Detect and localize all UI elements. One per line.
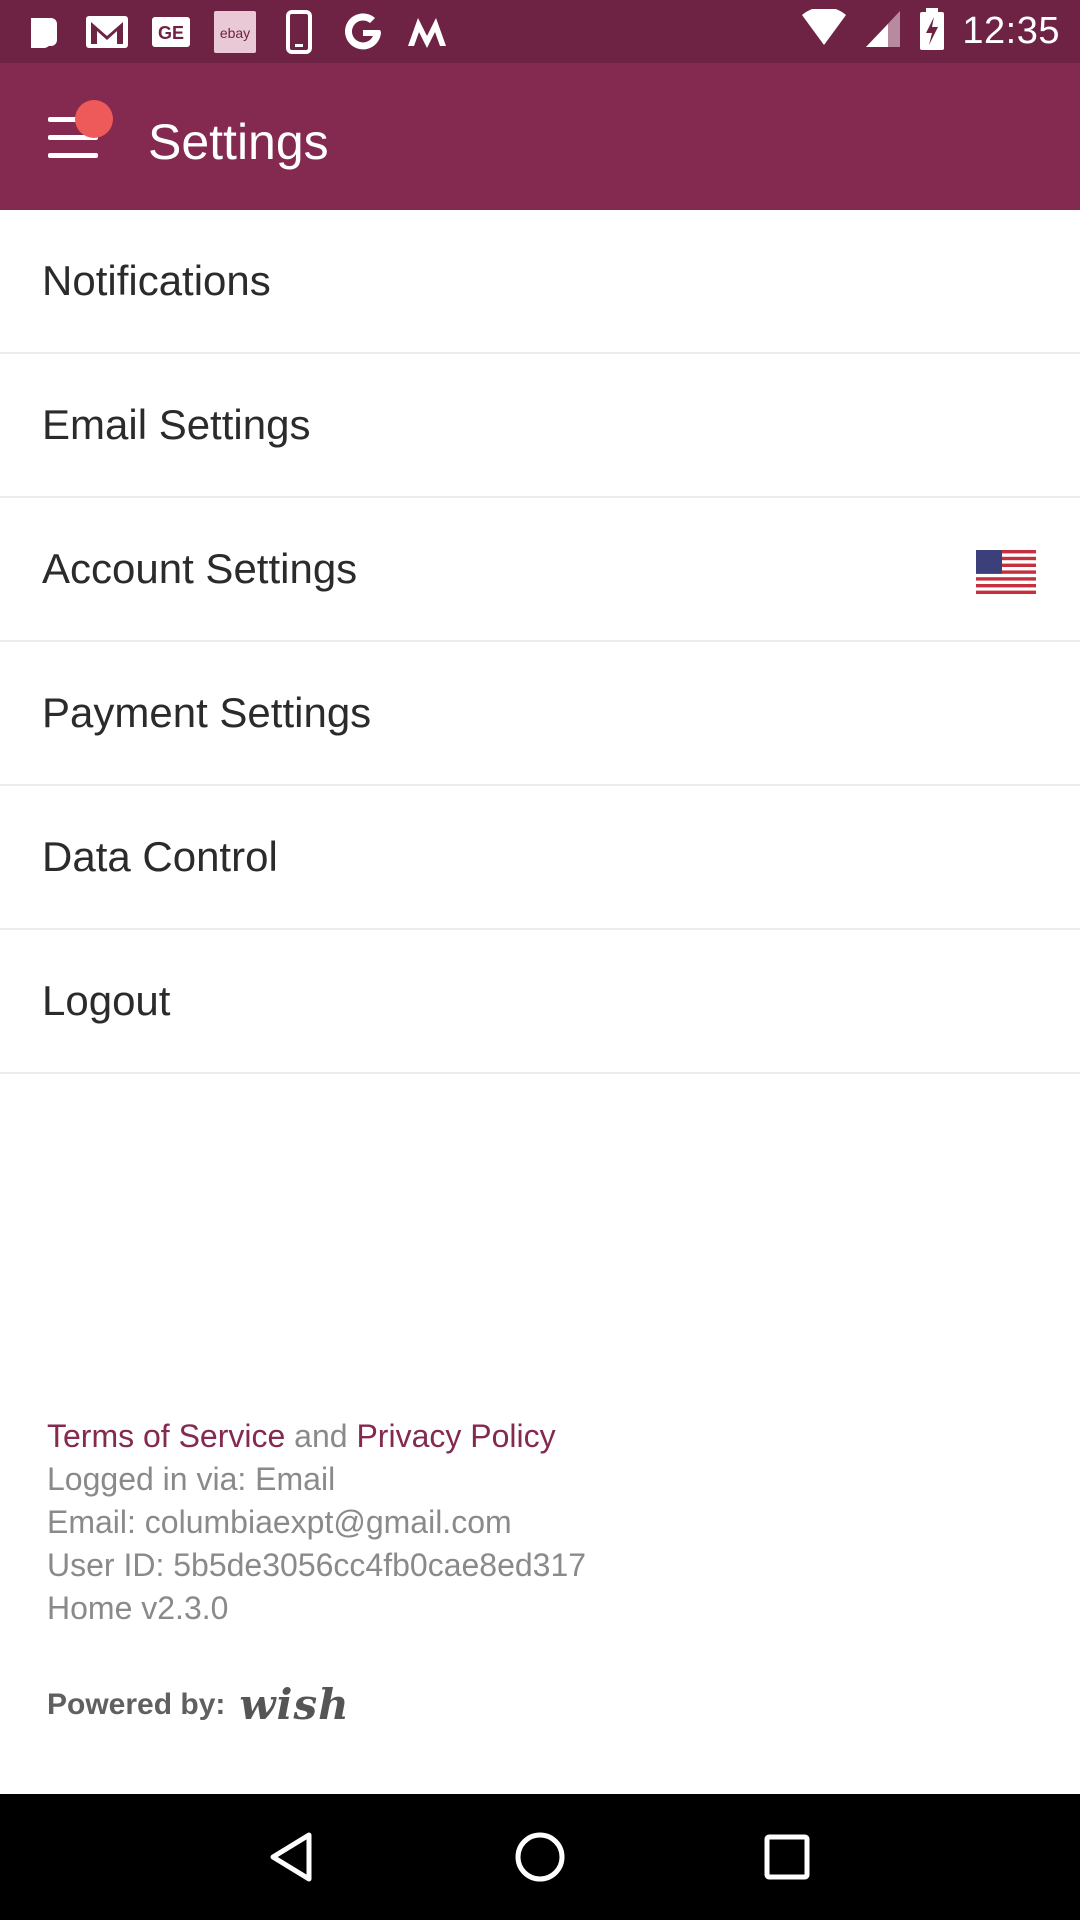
settings-item-label: Logout	[42, 977, 171, 1024]
status-bar: GE ebay 12:35	[0, 0, 1080, 63]
page-title: Settings	[148, 114, 329, 170]
phone-icon	[276, 9, 322, 55]
settings-item-payment-settings[interactable]: Payment Settings	[0, 642, 1080, 786]
settings-item-data-control[interactable]: Data Control	[0, 786, 1080, 930]
app-version: Home v2.3.0	[47, 1590, 229, 1626]
home-icon	[515, 1832, 565, 1882]
home-button[interactable]	[500, 1817, 580, 1897]
notification-icons: GE ebay	[20, 9, 450, 55]
ebay-text: ebay	[220, 25, 250, 41]
system-status: 12:35	[800, 6, 1060, 56]
ebay-icon: ebay	[212, 9, 258, 55]
and-text: and	[294, 1418, 348, 1454]
app-bar: Settings	[0, 63, 1080, 210]
privacy-policy-link[interactable]: Privacy Policy	[356, 1418, 555, 1454]
settings-item-label: Data Control	[42, 833, 278, 880]
terms-of-service-link[interactable]: Terms of Service	[47, 1418, 285, 1454]
signal-icon	[864, 9, 902, 54]
settings-item-logout[interactable]: Logout	[0, 930, 1080, 1074]
recents-button[interactable]	[747, 1817, 827, 1897]
google-icon	[340, 9, 386, 55]
back-button[interactable]	[253, 1817, 333, 1897]
battery-icon	[918, 7, 946, 56]
ge-text: GE	[158, 23, 184, 43]
settings-item-account-settings[interactable]: Account Settings	[0, 498, 1080, 642]
legal-links: Terms of Service and Privacy Policy	[47, 1415, 1047, 1458]
settings-item-notifications[interactable]: Notifications	[0, 210, 1080, 354]
logged-in-via: Logged in via: Email	[47, 1461, 336, 1497]
settings-item-email-settings[interactable]: Email Settings	[0, 354, 1080, 498]
b-app-icon	[20, 9, 66, 55]
settings-list: Notifications Email Settings Account Set…	[0, 210, 1080, 1074]
gmail-icon	[84, 9, 130, 55]
user-id: User ID: 5b5de3056cc4fb0cae8ed317	[47, 1547, 587, 1583]
settings-item-label: Email Settings	[42, 401, 311, 448]
notification-dot	[75, 100, 113, 138]
menu-icon-line	[48, 153, 98, 158]
powered-by: Powered by: wish	[47, 1680, 350, 1729]
settings-item-label: Payment Settings	[42, 689, 372, 736]
m-app-icon	[404, 9, 450, 55]
account-email: Email: columbiaexpt@gmail.com	[47, 1504, 512, 1540]
recents-icon	[764, 1834, 810, 1880]
footer-info: Terms of Service and Privacy Policy Logg…	[47, 1415, 1047, 1630]
ge-icon: GE	[148, 9, 194, 55]
us-flag-icon	[976, 550, 1036, 594]
clock: 12:35	[962, 10, 1060, 52]
back-icon	[270, 1832, 312, 1882]
wish-logo: wish	[239, 1680, 350, 1729]
wifi-icon	[800, 6, 848, 54]
settings-item-label: Notifications	[42, 257, 271, 304]
settings-item-label: Account Settings	[42, 545, 358, 592]
navigation-bar	[0, 1794, 1080, 1920]
powered-by-label: Powered by:	[47, 1687, 226, 1721]
